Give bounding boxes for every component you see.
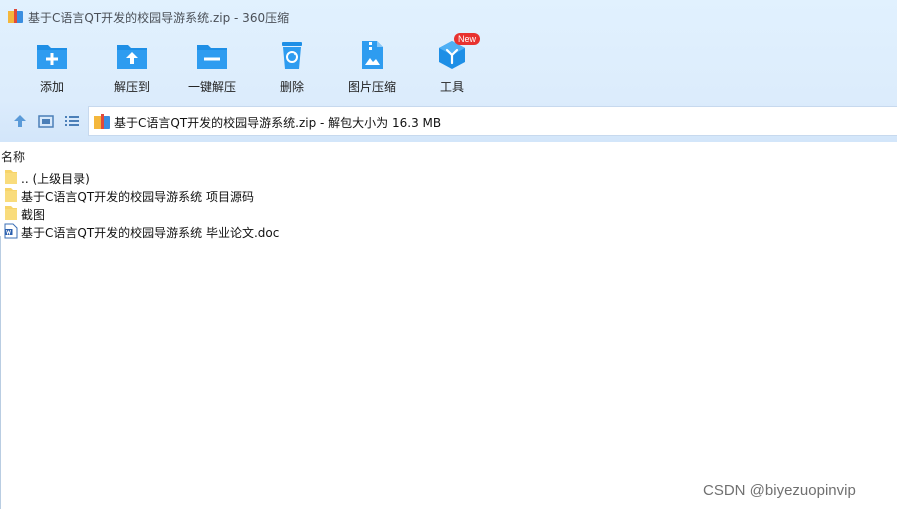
ribbon-area: 基于C语言QT开发的校园导游系统.zip - 360压缩 添加 解压到 一键解压… [0,0,897,142]
list-item[interactable]: 基于C语言QT开发的校园导游系统 毕业论文.doc [0,222,897,240]
column-header: 名称 [0,147,897,165]
delete-label: 删除 [279,80,304,94]
zip-archive-icon [8,9,23,23]
one-click-extract-label: 一键解压 [187,80,236,94]
extract-to-button[interactable]: 解压到 [92,38,172,98]
word-doc-icon [4,223,18,239]
add-icon [37,45,67,69]
add-label: 添加 [39,80,64,94]
extract-to-label: 解压到 [113,80,150,94]
extract-to-icon [117,45,147,69]
new-badge: New [454,33,481,45]
address-text: 基于C语言QT开发的校园导游系统.zip - 解包大小为 16.3 MB [114,116,442,130]
thumbnail-view-icon[interactable] [37,112,55,130]
tools-label: 工具 [439,80,464,94]
one-click-extract-icon [197,45,227,69]
one-click-extract-button[interactable]: 一键解压 [172,38,252,98]
file-name: 截图 [21,208,46,222]
tools-button[interactable]: New 工具 [412,33,492,98]
delete-button[interactable]: 删除 [252,38,332,98]
file-name: 基于C语言QT开发的校园导游系统 毕业论文.doc [21,226,280,240]
toolbar: 添加 解压到 一键解压 删除 图片压缩 New 工具 [0,33,897,100]
zip-archive-icon [94,114,110,129]
list-item[interactable]: .. (上级目录) [0,168,897,186]
folder-icon [5,188,17,202]
address-bar[interactable]: 基于C语言QT开发的校园导游系统.zip - 解包大小为 16.3 MB [88,106,897,136]
title-bar: 基于C语言QT开发的校园导游系统.zip - 360压缩 [0,0,897,32]
window-title: 基于C语言QT开发的校园导游系统.zip - 360压缩 [28,11,290,25]
folder-icon [5,206,17,220]
divider [0,236,1,509]
navigation-bar: 基于C语言QT开发的校园导游系统.zip - 解包大小为 16.3 MB [0,106,897,136]
image-compress-label: 图片压缩 [347,80,396,94]
image-compress-icon [362,41,383,69]
folder-icon [5,170,17,184]
add-button[interactable]: 添加 [12,38,92,98]
list-item[interactable]: 截图 [0,204,897,222]
list-item[interactable]: 基于C语言QT开发的校园导游系统 项目源码 [0,186,897,204]
column-name-header[interactable]: 名称 [1,148,25,165]
list-view-icon[interactable] [63,112,81,130]
delete-icon [282,42,302,69]
watermark: CSDN @biyezuopinvip [703,482,856,499]
file-name: .. (上级目录) [21,172,90,186]
file-name: 基于C语言QT开发的校园导游系统 项目源码 [21,190,254,204]
image-compress-button[interactable]: 图片压缩 [332,38,412,98]
up-arrow-icon[interactable] [11,112,29,130]
